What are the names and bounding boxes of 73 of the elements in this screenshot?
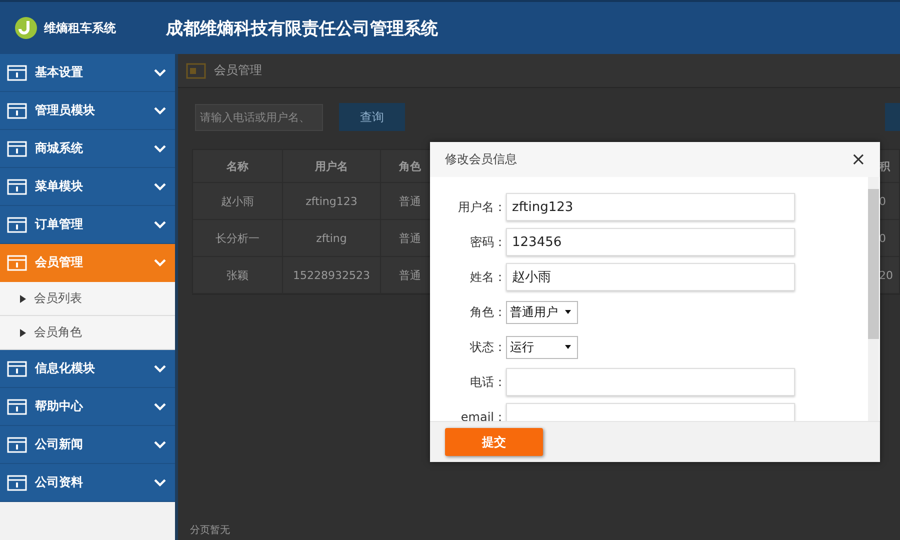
table-cell: zfting bbox=[283, 220, 381, 256]
window-icon bbox=[7, 216, 27, 232]
window-icon bbox=[7, 398, 27, 414]
window-icon bbox=[7, 254, 27, 270]
chevron-down-icon bbox=[154, 220, 166, 228]
table-cell: 赵小雨 bbox=[193, 183, 283, 219]
chevron-down-icon bbox=[154, 258, 166, 266]
window-icon bbox=[7, 64, 27, 80]
close-button[interactable]: × bbox=[846, 150, 870, 168]
chevron-down-icon bbox=[154, 402, 166, 410]
scrollbar[interactable] bbox=[868, 177, 879, 421]
chevron-down-icon bbox=[154, 144, 166, 152]
sidebar-item[interactable]: 公司资料 bbox=[0, 464, 175, 502]
chevron-down-icon bbox=[154, 478, 166, 486]
field-label: 用户名： bbox=[457, 198, 506, 216]
column-header: 角色 bbox=[398, 158, 422, 174]
field-label: 姓名： bbox=[469, 268, 506, 286]
input-field[interactable]: zfting123 bbox=[506, 193, 795, 221]
table-cell: 15228932523 bbox=[283, 257, 381, 293]
table-cell-text: 普通 bbox=[398, 194, 422, 210]
caret-icon bbox=[565, 310, 571, 314]
app-title: 成都维熵科技有限责任公司管理系统 bbox=[166, 18, 438, 40]
sidebar-item[interactable]: 公司新闻 bbox=[0, 426, 175, 464]
logo-text: 维熵租车系统 bbox=[44, 20, 117, 36]
field-label: 电话： bbox=[469, 374, 506, 390]
table-cell: 张颖 bbox=[193, 257, 283, 293]
chevron-down-icon bbox=[154, 440, 166, 448]
search-button[interactable]: 查询 bbox=[339, 103, 405, 131]
table-cell-text: 0 bbox=[879, 230, 887, 246]
folder-icon bbox=[186, 62, 206, 78]
triangle-icon bbox=[20, 294, 26, 302]
window-icon bbox=[7, 474, 27, 490]
field-label: email： bbox=[460, 408, 506, 421]
field-label: 密码： bbox=[469, 234, 506, 250]
sidebar-item[interactable]: 帮助中心 bbox=[0, 388, 175, 426]
window-icon bbox=[7, 102, 27, 118]
table-cell-text: 普通 bbox=[398, 268, 422, 284]
chevron-down-icon bbox=[154, 68, 166, 76]
chevron-down-icon bbox=[154, 182, 166, 190]
window-icon bbox=[7, 178, 27, 194]
triangle-icon bbox=[20, 328, 26, 336]
sidebar-item[interactable]: 信息化模块 bbox=[0, 350, 175, 388]
input-field[interactable] bbox=[506, 368, 795, 396]
dropdown[interactable]: 运行 bbox=[506, 336, 578, 358]
sidebar-item[interactable]: 管理员模块 bbox=[0, 92, 175, 130]
caret-icon bbox=[565, 345, 571, 349]
breadcrumb-text: 会员管理 bbox=[214, 62, 262, 79]
input-field[interactable]: 赵小雨 bbox=[506, 263, 795, 291]
table-cell-text: 普通 bbox=[398, 230, 422, 246]
sidebar-item[interactable]: 商城系统 bbox=[0, 130, 175, 168]
logo-icon bbox=[14, 16, 38, 40]
sidebar-item[interactable]: 基本设置 bbox=[0, 54, 175, 92]
dialog-title: 修改会员信息 bbox=[445, 151, 518, 168]
window-icon bbox=[7, 436, 27, 452]
chevron-down-icon bbox=[154, 106, 166, 114]
sidebar-item[interactable]: 订单管理 bbox=[0, 206, 175, 244]
sidebar-item[interactable]: 菜单模块 bbox=[0, 168, 175, 206]
column-header: 用户名 bbox=[283, 150, 381, 182]
input-field[interactable]: 123456 bbox=[506, 228, 795, 256]
table-cell: 长分析一 bbox=[193, 220, 283, 256]
table-cell: zfting123 bbox=[283, 183, 381, 219]
side-button[interactable] bbox=[885, 103, 900, 131]
table-cell-text: 0 bbox=[879, 194, 887, 210]
window-icon bbox=[7, 360, 27, 376]
dropdown[interactable]: 普通用户 bbox=[506, 300, 578, 324]
chevron-down-icon bbox=[154, 364, 166, 372]
table-cell-text: 20 bbox=[879, 268, 894, 284]
column-header: 名称 bbox=[193, 150, 283, 182]
pagination-text: 分页暂无 bbox=[189, 524, 231, 538]
field-label: 状态： bbox=[469, 338, 506, 356]
search-field[interactable]: 请输入电话或用户名、 bbox=[195, 104, 323, 130]
field-label: 角色： bbox=[469, 304, 506, 320]
window-icon bbox=[7, 140, 27, 156]
